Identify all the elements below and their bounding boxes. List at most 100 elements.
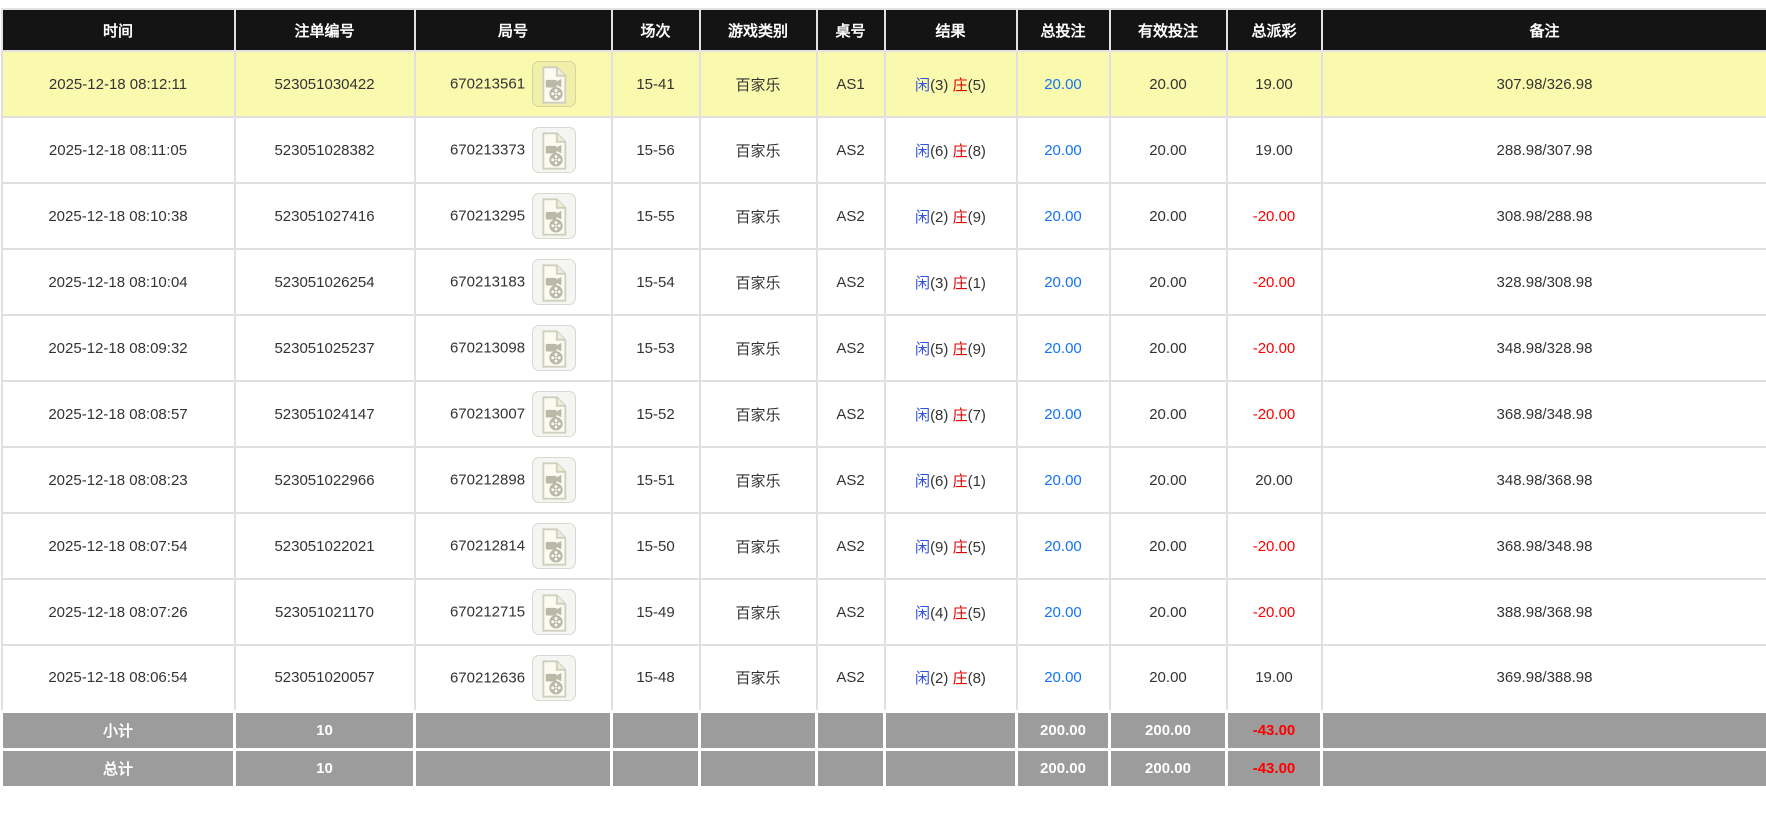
cell-time: 2025-12-18 08:08:23	[0, 446, 236, 514]
cell-bet-id: 523051020057	[233, 644, 416, 712]
round-number: 670213098	[449, 339, 526, 357]
banker-result-score: (5)	[967, 538, 986, 556]
cell-total-bet: 20.00	[1015, 116, 1111, 184]
video-replay-icon[interactable]	[532, 325, 577, 371]
cell-round-id: 670212715	[413, 578, 613, 646]
cell-total-bet: 20.00	[1015, 644, 1111, 712]
bet-record-row[interactable]: 2025-12-18 08:08:23 523051022966 670212898…	[0, 446, 1766, 514]
video-replay-icon[interactable]	[532, 391, 577, 437]
video-replay-icon[interactable]	[532, 589, 577, 635]
cell-table-no: AS2	[815, 578, 886, 646]
cell-remark: 369.98/388.98	[1320, 644, 1766, 712]
cell-payout: -20.00	[1225, 182, 1323, 250]
bet-record-row[interactable]: 2025-12-18 08:11:05 523051028382 670213373…	[0, 116, 1766, 184]
cell-result: 闲(9) 庄(5)	[883, 512, 1018, 580]
bet-record-row[interactable]: 2025-12-18 08:10:38 523051027416 670213295…	[0, 182, 1766, 250]
player-result-label: 闲	[915, 340, 931, 358]
cell-session: 15-56	[610, 116, 701, 184]
round-number: 670212636	[449, 669, 526, 687]
table-summary: 小计 10 200.00 200.00 -43.00 总计 10 200.00 200.00 -4…	[0, 709, 1766, 789]
player-result-label: 闲	[915, 142, 931, 160]
video-replay-icon[interactable]	[532, 654, 577, 701]
video-replay-icon[interactable]	[532, 61, 577, 107]
cell-result: 闲(3) 庄(1)	[883, 248, 1018, 316]
cell-payout: 20.00	[1225, 446, 1323, 514]
cell-time: 2025-12-18 08:07:26	[0, 578, 236, 646]
player-result-label: 闲	[915, 208, 931, 226]
cell-total-bet: 20.00	[1015, 50, 1111, 118]
cell-time: 2025-12-18 08:12:11	[0, 50, 236, 118]
cell-remark: 368.98/348.98	[1320, 512, 1766, 580]
bet-record-row[interactable]: 2025-12-18 08:06:54 523051020057 670212636…	[0, 644, 1766, 712]
bet-record-row[interactable]: 2025-12-18 08:12:11 523051030422 670213561…	[0, 50, 1766, 118]
subtotal-row: 小计 10 200.00 200.00 -43.00	[0, 709, 1766, 751]
cell-payout: -20.00	[1225, 248, 1323, 316]
summary-remark	[1320, 709, 1766, 751]
banker-result-label: 庄	[952, 340, 968, 358]
table-header-row: 时间 注单编号 局号 场次 游戏类别 桌号 结果 总投注 有效投注 总派彩 备注	[0, 8, 1766, 52]
cell-valid-bet: 20.00	[1108, 50, 1228, 118]
cell-payout: -20.00	[1225, 314, 1323, 382]
summary-empty-session	[610, 747, 701, 789]
summary-valid-bet: 200.00	[1108, 747, 1228, 789]
table-header: 时间 注单编号 局号 场次 游戏类别 桌号 结果 总投注 有效投注 总派彩 备注	[0, 8, 1766, 52]
cell-bet-id: 523051030422	[233, 50, 416, 118]
cell-session: 15-49	[610, 578, 701, 646]
video-replay-icon[interactable]	[532, 523, 577, 569]
banker-result-score: (9)	[967, 208, 986, 226]
cell-time: 2025-12-18 08:07:54	[0, 512, 236, 580]
cell-remark: 348.98/368.98	[1320, 446, 1766, 514]
cell-result: 闲(2) 庄(9)	[883, 182, 1018, 250]
column-header-total_bet: 总投注	[1015, 8, 1111, 52]
column-header-session: 场次	[610, 8, 701, 52]
cell-bet-id: 523051026254	[233, 248, 416, 316]
summary-empty-game-type	[698, 747, 818, 789]
summary-valid-bet: 200.00	[1108, 709, 1228, 751]
player-result-label: 闲	[915, 604, 931, 622]
cell-valid-bet: 20.00	[1108, 182, 1228, 250]
banker-result-score: (9)	[967, 340, 986, 358]
summary-empty-result	[883, 747, 1018, 789]
cell-table-no: AS2	[815, 248, 886, 316]
cell-round-id: 670212898	[413, 446, 613, 514]
bet-record-row[interactable]: 2025-12-18 08:07:26 523051021170 670212715…	[0, 578, 1766, 646]
cell-time: 2025-12-18 08:10:38	[0, 182, 236, 250]
cell-session: 15-51	[610, 446, 701, 514]
summary-payout: -43.00	[1225, 747, 1323, 789]
summary-count: 10	[233, 747, 416, 789]
cell-valid-bet: 20.00	[1108, 644, 1228, 712]
banker-result-label: 庄	[952, 670, 968, 688]
banker-result-label: 庄	[952, 142, 968, 160]
cell-remark: 328.98/308.98	[1320, 248, 1766, 316]
video-replay-icon[interactable]	[532, 259, 577, 305]
bet-record-row[interactable]: 2025-12-18 08:10:04 523051026254 670213183…	[0, 248, 1766, 316]
player-result-label: 闲	[915, 670, 931, 688]
video-replay-icon[interactable]	[532, 457, 577, 503]
video-replay-icon[interactable]	[532, 127, 577, 173]
player-result-score: (3)	[930, 274, 949, 292]
table-body: 2025-12-18 08:12:11 523051030422 670213561…	[0, 50, 1766, 712]
round-number: 670213183	[449, 273, 526, 291]
banker-result-label: 庄	[952, 208, 968, 226]
cell-payout: 19.00	[1225, 50, 1323, 118]
video-replay-icon[interactable]	[532, 193, 577, 239]
player-result-label: 闲	[915, 274, 931, 292]
player-result-score: (2)	[930, 208, 949, 226]
cell-result: 闲(5) 庄(9)	[883, 314, 1018, 382]
summary-label: 小计	[0, 709, 236, 751]
cell-total-bet: 20.00	[1015, 182, 1111, 250]
bet-record-row[interactable]: 2025-12-18 08:09:32 523051025237 670213098…	[0, 314, 1766, 382]
summary-label: 总计	[0, 747, 236, 789]
bet-record-row[interactable]: 2025-12-18 08:07:54 523051022021 670212814…	[0, 512, 1766, 580]
cell-remark: 388.98/368.98	[1320, 578, 1766, 646]
player-result-label: 闲	[915, 538, 931, 556]
cell-result: 闲(6) 庄(8)	[883, 116, 1018, 184]
bet-record-row[interactable]: 2025-12-18 08:08:57 523051024147 670213007…	[0, 380, 1766, 448]
column-header-payout: 总派彩	[1225, 8, 1323, 52]
cell-table-no: AS2	[815, 116, 886, 184]
cell-time: 2025-12-18 08:11:05	[0, 116, 236, 184]
cell-game-type: 百家乐	[698, 380, 818, 448]
cell-round-id: 670212814	[413, 512, 613, 580]
player-result-score: (2)	[930, 670, 949, 688]
cell-session: 15-52	[610, 380, 701, 448]
